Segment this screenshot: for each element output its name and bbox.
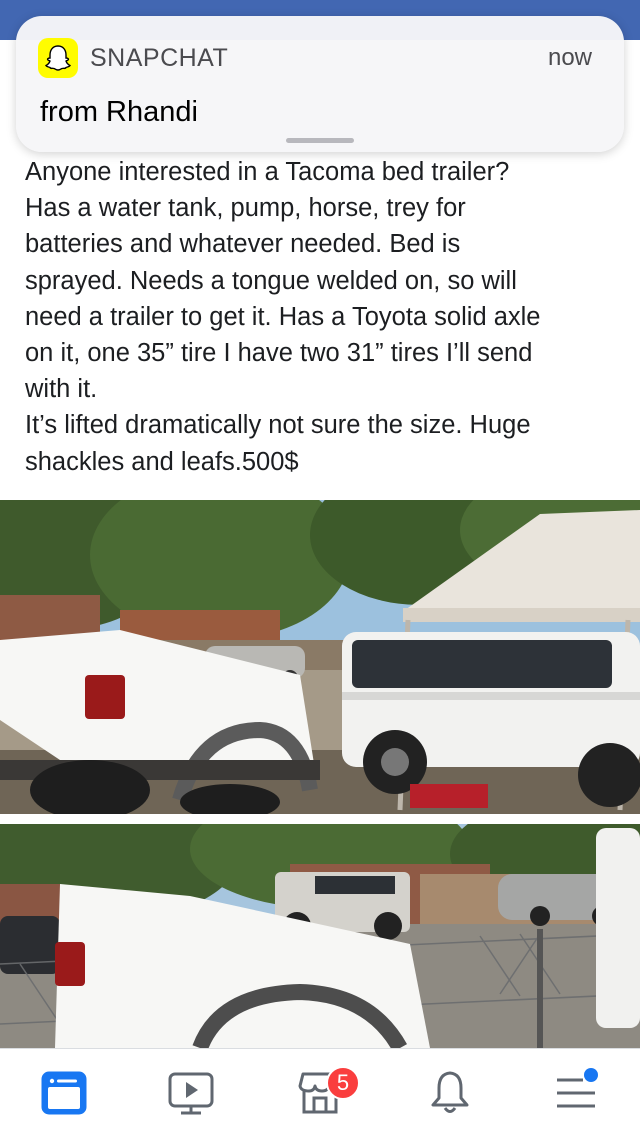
post-text-line: Has a water tank, pump, horse, trey for bbox=[25, 194, 466, 223]
post-text-line: It’s lifted dramatically not sure the si… bbox=[25, 411, 531, 440]
notification-body: from Rhandi bbox=[40, 96, 198, 128]
photo-1-image bbox=[0, 500, 640, 814]
tab-news-feed[interactable] bbox=[34, 1063, 94, 1123]
news-feed-icon bbox=[41, 1071, 87, 1115]
post-text: Anyone interested in a Tacoma bed traile… bbox=[25, 154, 625, 480]
notification-time: now bbox=[547, 44, 592, 71]
watch-video-icon bbox=[168, 1072, 214, 1115]
post-text-line: sprayed. Needs a tongue welded on, so wi… bbox=[25, 266, 517, 295]
snapchat-ghost-icon bbox=[38, 38, 78, 78]
marketplace-notification-badge: 5 bbox=[326, 1066, 360, 1100]
post-text-line: batteries and whatever needed. Bed is bbox=[25, 230, 461, 259]
notification-app-name: SNAPCHAT bbox=[90, 44, 229, 72]
tab-watch[interactable] bbox=[161, 1063, 221, 1123]
notifications-bell-icon bbox=[431, 1071, 469, 1113]
snapchat-notification-banner[interactable]: SNAPCHAT now from Rhandi bbox=[16, 16, 624, 152]
post-photo-1[interactable] bbox=[0, 500, 640, 814]
notification-pull-handle[interactable] bbox=[286, 138, 354, 143]
post-text-line: on it, one 35” tire I have two 31” tires… bbox=[25, 339, 533, 368]
tab-notifications[interactable] bbox=[420, 1063, 480, 1123]
menu-update-dot bbox=[584, 1068, 598, 1082]
bottom-tab-bar: 5 bbox=[0, 1048, 640, 1137]
post-text-line: with it. bbox=[25, 375, 98, 404]
post-text-line: shackles and leafs.500$ bbox=[25, 447, 299, 476]
post-text-line: need a trailer to get it. Has a Toyota s… bbox=[25, 302, 541, 331]
post-text-line: Anyone interested in a Tacoma bed traile… bbox=[25, 158, 510, 186]
post-photo-2[interactable] bbox=[0, 824, 640, 1048]
photo-2-image bbox=[0, 824, 640, 1048]
